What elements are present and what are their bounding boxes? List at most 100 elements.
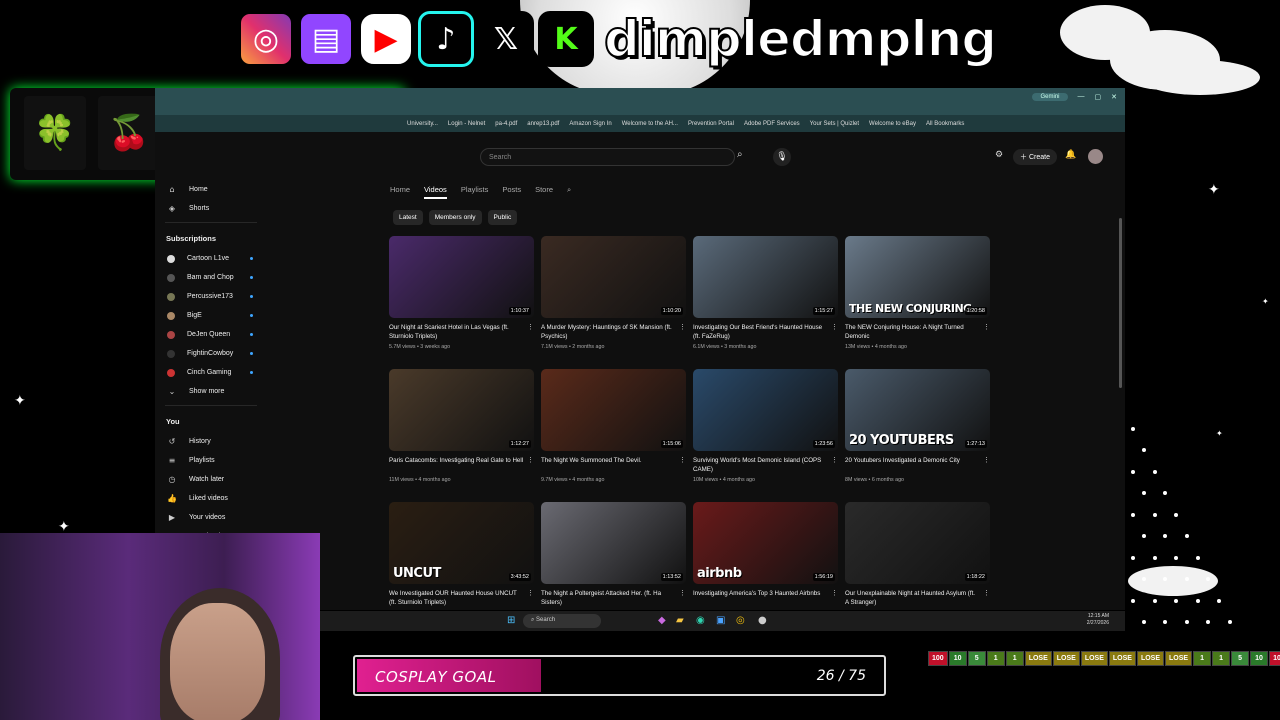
video-title[interactable]: The Night We Summoned The Devil. ⋮ <box>541 456 686 474</box>
search-icon[interactable]: ⌕ <box>737 149 743 160</box>
video-thumbnail[interactable]: UNCUT 3:43:52 <box>389 502 534 584</box>
bookmark-item[interactable]: Welcome to the AH... <box>622 121 678 127</box>
windows-start-icon[interactable]: ⊞ <box>507 615 515 627</box>
video-thumbnail[interactable]: 20 YOUTUBERS 1:27:13 <box>845 369 990 451</box>
video-thumbnail[interactable]: 1:15:27 <box>693 236 838 318</box>
tab-videos[interactable]: Videos <box>424 185 447 199</box>
tab-posts[interactable]: Posts <box>502 185 521 199</box>
video-card[interactable]: 1:23:56 Surviving World's Most Demonic Is… <box>693 369 838 502</box>
video-thumbnail[interactable]: 1:18:22 <box>845 502 990 584</box>
tab-store[interactable]: Store <box>535 185 553 199</box>
file-explorer-icon[interactable]: ▰ <box>676 615 684 627</box>
chip-latest[interactable]: Latest <box>393 210 423 225</box>
video-title[interactable]: 20 Youtubers Investigated a Demonic City… <box>845 456 990 474</box>
video-card[interactable]: 1:15:06 The Night We Summoned The Devil. ⋮… <box>541 369 686 502</box>
video-thumbnail[interactable]: 1:13:52 <box>541 502 686 584</box>
bell-icon[interactable]: 🔔 <box>1065 150 1076 160</box>
video-card[interactable]: 20 YOUTUBERS 1:27:13 20 Youtubers Investig… <box>845 369 990 502</box>
bookmark-item[interactable]: Login - Nelnet <box>448 121 485 127</box>
video-card[interactable]: 1:10:37 Our Night at Scariest Hotel in La… <box>389 236 534 369</box>
minimize-icon[interactable]: — <box>1078 93 1085 100</box>
video-title[interactable]: The NEW Conjuring House: A Night Turned … <box>845 323 990 341</box>
more-options-icon[interactable]: ⋮ <box>983 323 990 332</box>
bookmark-item[interactable]: pa-4.pdf <box>495 121 517 127</box>
bookmark-item[interactable]: Amazon Sign In <box>569 121 611 127</box>
sidebar-item-liked-videos[interactable]: 👍 Liked videos <box>155 489 267 508</box>
scrollbar[interactable] <box>1119 218 1122 388</box>
more-options-icon[interactable]: ⋮ <box>679 589 686 598</box>
sidebar-item-shorts[interactable]: ◈ Shorts <box>155 199 267 218</box>
show-more-button[interactable]: ⌄ Show more <box>155 382 267 401</box>
chip-members-only[interactable]: Members only <box>428 210 482 225</box>
sidebar-item-history[interactable]: ↺ History <box>155 432 267 451</box>
store-icon[interactable]: ▣ <box>716 615 725 627</box>
create-button[interactable]: ＋ Create <box>1013 149 1057 165</box>
video-card[interactable]: 1:12:27 Paris Catacombs: Investigating Re… <box>389 369 534 502</box>
video-card[interactable]: 1:15:27 Investigating Our Best Friend's H… <box>693 236 838 369</box>
video-card[interactable]: airbnb 1:56:19 Investigating America's Top… <box>693 502 838 610</box>
video-card[interactable]: 1:13:52 The Night a Poltergeist Attacked … <box>541 502 686 610</box>
more-options-icon[interactable]: ⋮ <box>679 323 686 332</box>
video-thumbnail[interactable]: 1:15:06 <box>541 369 686 451</box>
video-title[interactable]: Paris Catacombs: Investigating Real Gate… <box>389 456 534 474</box>
taskbar-search[interactable]: ⌕ Search <box>523 614 601 628</box>
sidebar-item-home[interactable]: ⌂ Home <box>155 180 267 199</box>
video-thumbnail[interactable]: 1:23:56 <box>693 369 838 451</box>
video-card[interactable]: UNCUT 3:43:52 We Investigated OUR Haunted … <box>389 502 534 610</box>
gemini-button[interactable]: Gemini <box>1032 92 1068 101</box>
more-options-icon[interactable]: ⋮ <box>983 589 990 598</box>
close-icon[interactable]: ✕ <box>1111 93 1117 101</box>
video-thumbnail[interactable]: 1:12:27 <box>389 369 534 451</box>
video-title[interactable]: Our Night at Scariest Hotel in Las Vegas… <box>389 323 534 341</box>
chrome-icon[interactable]: ◎ <box>736 615 745 627</box>
cast-icon[interactable]: ⚙ <box>995 150 1003 160</box>
bookmark-item[interactable]: Welcome to eBay <box>869 121 916 127</box>
avatar[interactable] <box>1088 149 1103 164</box>
copilot-icon[interactable]: ◆ <box>658 615 666 627</box>
more-options-icon[interactable]: ⋮ <box>831 456 838 465</box>
more-options-icon[interactable]: ⋮ <box>527 456 534 465</box>
more-options-icon[interactable]: ⋮ <box>831 323 838 332</box>
video-thumbnail[interactable]: 1:10:20 <box>541 236 686 318</box>
subscription-item[interactable]: Cinch Gaming <box>155 363 267 382</box>
taskbar-clock[interactable]: 12:15 AM 2/27/2026 <box>1087 613 1109 627</box>
subscription-item[interactable]: BigE <box>155 306 267 325</box>
video-card[interactable]: 1:10:20 A Murder Mystery: Hauntings of SK… <box>541 236 686 369</box>
video-title[interactable]: We Investigated OUR Haunted House UNCUT … <box>389 589 534 607</box>
bookmark-item[interactable]: Adobe PDF Services <box>744 121 800 127</box>
more-options-icon[interactable]: ⋮ <box>831 589 838 598</box>
subscription-item[interactable]: Bam and Chop <box>155 268 267 287</box>
chip-public[interactable]: Public <box>487 210 518 225</box>
obs-icon[interactable]: ● <box>758 615 767 627</box>
video-title[interactable]: The Night a Poltergeist Attacked Her. (f… <box>541 589 686 607</box>
sidebar-item-watch-later[interactable]: ◷ Watch later <box>155 470 267 489</box>
more-options-icon[interactable]: ⋮ <box>679 456 686 465</box>
more-options-icon[interactable]: ⋮ <box>527 589 534 598</box>
video-title[interactable]: Investigating Our Best Friend's Haunted … <box>693 323 838 341</box>
bookmark-item[interactable]: University... <box>407 121 438 127</box>
subscription-item[interactable]: FightinCowboy <box>155 344 267 363</box>
video-title[interactable]: Surviving World's Most Demonic Island (C… <box>693 456 838 474</box>
sidebar-item-your-videos[interactable]: ▶ Your videos <box>155 508 267 527</box>
video-thumbnail[interactable]: airbnb 1:56:19 <box>693 502 838 584</box>
you-header[interactable]: You <box>155 410 267 432</box>
video-thumbnail[interactable]: 1:10:37 <box>389 236 534 318</box>
video-title[interactable]: A Murder Mystery: Hauntings of SK Mansio… <box>541 323 686 341</box>
bookmark-item[interactable]: Prevention Portal <box>688 121 734 127</box>
search-icon[interactable]: ⌕ <box>567 185 571 199</box>
bookmark-item[interactable]: Your Sets | Quizlet <box>810 121 859 127</box>
more-options-icon[interactable]: ⋮ <box>983 456 990 465</box>
tab-playlists[interactable]: Playlists <box>461 185 489 199</box>
bookmark-item[interactable]: anrep13.pdf <box>527 121 559 127</box>
video-card[interactable]: 1:18:22 Our Unexplainable Night at Haunte… <box>845 502 990 610</box>
address-bar[interactable] <box>155 105 1125 115</box>
subscriptions-header[interactable]: Subscriptions <box>155 227 267 249</box>
subscription-item[interactable]: DeJen Queen <box>155 325 267 344</box>
more-options-icon[interactable]: ⋮ <box>527 323 534 332</box>
sidebar-item-playlists[interactable]: ≡ Playlists <box>155 451 267 470</box>
mic-icon[interactable]: 🎙 <box>773 148 791 166</box>
subscription-item[interactable]: Percussive173 <box>155 287 267 306</box>
video-thumbnail[interactable]: THE NEW CONJURING 1:20:58 <box>845 236 990 318</box>
bookmark-item[interactable]: All Bookmarks <box>926 121 964 127</box>
edge-icon[interactable]: ◉ <box>696 615 705 627</box>
